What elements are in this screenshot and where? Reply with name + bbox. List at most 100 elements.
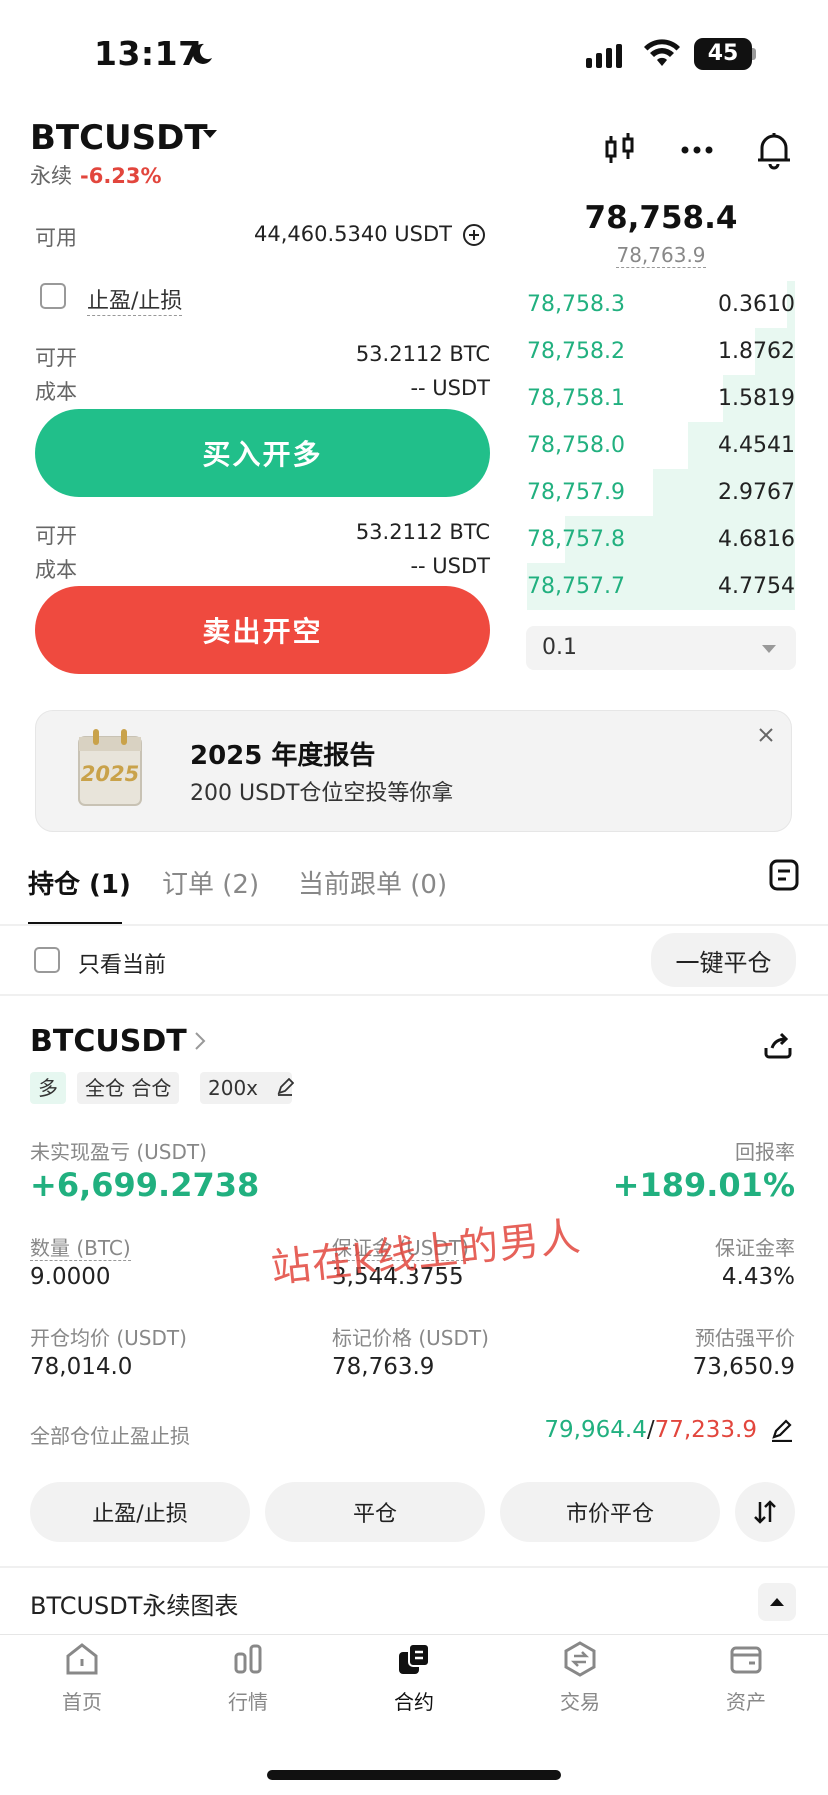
nav-trade-label[interactable]: 交易 (530, 1686, 630, 1715)
candlestick-chart-icon[interactable] (600, 130, 640, 170)
margin-mode-tag[interactable]: 全仓 合仓 (77, 1072, 180, 1104)
orderbook-row[interactable]: 78,757.9 2.9767 (527, 469, 795, 516)
nav-home[interactable] (32, 1640, 132, 1683)
tpsl-button[interactable]: 止盈/止损 (30, 1482, 250, 1542)
orderbook-row[interactable]: 78,758.0 4.4541 (527, 422, 795, 469)
swap-icon (754, 1500, 776, 1524)
battery-icon: 45 (694, 38, 752, 70)
add-circle-icon[interactable] (462, 223, 486, 247)
qty-label: 数量 (BTC) (30, 1232, 131, 1261)
close-all-button[interactable]: 一键平仓 (651, 933, 796, 987)
nav-trade[interactable] (530, 1640, 630, 1683)
nav-home-label[interactable]: 首页 (32, 1686, 132, 1715)
entry-label: 开仓均价 (USDT) (30, 1326, 187, 1350)
short-cost-label: 成本 (35, 558, 77, 582)
pnl-label: 未实现盈亏 (USDT) (30, 1140, 207, 1164)
sl-value: 77,233.9 (654, 1417, 757, 1443)
nav-assets[interactable] (696, 1640, 796, 1683)
banner-title: 2025 年度报告 (190, 741, 376, 771)
bid-qty: 4.6816 (718, 527, 795, 552)
tpsl-separator: / (646, 1417, 655, 1443)
precision-select[interactable]: 0.1 (526, 626, 796, 670)
nav-market-label[interactable]: 行情 (198, 1686, 298, 1715)
close-icon[interactable] (757, 726, 775, 744)
bid-qty: 4.7754 (718, 574, 795, 599)
qty-label-text: 数量 (BTC) (30, 1236, 131, 1261)
tabs-divider (0, 924, 828, 926)
chevron-right-icon[interactable] (192, 1030, 208, 1052)
chart-section-title[interactable]: BTCUSDT永续图表 (30, 1586, 238, 1621)
nav-assets-label[interactable]: 资产 (696, 1686, 796, 1715)
mark-label: 标记价格 (USDT) (332, 1326, 489, 1350)
pnl-value: +6,699.2738 (30, 1166, 260, 1204)
chevron-down-icon[interactable] (203, 130, 217, 138)
orderbook-row[interactable]: 78,758.2 1.8762 (527, 328, 795, 375)
document-icon[interactable] (768, 858, 800, 892)
bid-price: 78,758.0 (527, 433, 625, 458)
only-current-label[interactable]: 只看当前 (78, 947, 166, 979)
tp-value: 79,964.4 (544, 1417, 647, 1443)
roe-label: 回报率 (735, 1140, 795, 1164)
long-cost-value: -- USDT (410, 376, 490, 400)
market-icon (234, 1644, 262, 1674)
chevron-up-icon[interactable] (758, 1583, 796, 1621)
available-value: 44,460.5340 USDT (254, 222, 452, 246)
bid-price: 78,757.9 (527, 480, 625, 505)
reverse-position-button[interactable] (735, 1482, 795, 1542)
price-change: -6.23% (80, 164, 162, 188)
tab-copy-trading[interactable]: 当前跟单 (0) (298, 864, 447, 901)
symbol-title[interactable]: BTCUSDT (30, 118, 208, 158)
buy-long-button[interactable]: 买入开多 (35, 409, 490, 497)
home-indicator (267, 1770, 561, 1780)
trade-icon (564, 1641, 596, 1677)
edit-icon[interactable] (276, 1077, 295, 1096)
nav-futures[interactable] (364, 1640, 464, 1683)
bell-icon[interactable] (754, 130, 794, 170)
only-current-checkbox[interactable] (34, 947, 60, 973)
liq-label: 预估强平价 (695, 1326, 795, 1350)
short-cost-value: -- USDT (410, 554, 490, 578)
position-symbol[interactable]: BTCUSDT (30, 1024, 187, 1059)
bid-price: 78,757.7 (527, 574, 625, 599)
margin-ratio-value: 4.43% (721, 1264, 795, 1290)
short-open-value: 53.2112 BTC (355, 520, 490, 544)
orderbook-row[interactable]: 78,758.3 0.3610 (527, 281, 795, 328)
share-icon[interactable] (762, 1030, 794, 1060)
edit-icon[interactable] (770, 1418, 794, 1443)
orderbook-row[interactable]: 78,758.1 1.5819 (527, 375, 795, 422)
home-icon (66, 1643, 98, 1675)
qty-value: 9.0000 (30, 1264, 111, 1290)
market-close-button[interactable]: 市价平仓 (500, 1482, 720, 1542)
bid-qty: 1.5819 (718, 386, 795, 411)
futures-icon (399, 1643, 430, 1674)
tpsl-values: 79,964.4/77,233.9 (430, 1417, 757, 1443)
more-icon[interactable] (677, 130, 717, 170)
bid-price: 78,758.1 (527, 386, 625, 411)
moon-icon (190, 42, 214, 66)
nav-market[interactable] (198, 1640, 298, 1683)
orderbook-row[interactable]: 78,757.8 4.6816 (527, 516, 795, 563)
side-tag: 多 (30, 1072, 66, 1104)
mark-price: 78,763.9 (527, 243, 795, 268)
wallet-icon (730, 1646, 762, 1674)
close-position-button[interactable]: 平仓 (265, 1482, 485, 1542)
contract-type: 永续 (30, 164, 72, 188)
bid-price: 78,757.8 (527, 527, 625, 552)
annual-report-banner[interactable] (35, 710, 792, 832)
orderbook-row[interactable]: 78,757.7 4.7754 (527, 563, 795, 610)
chevron-down-icon (762, 645, 776, 653)
chart-divider (0, 1566, 828, 1568)
tpsl-label[interactable]: 止盈/止损 (87, 283, 183, 316)
available-label: 可用 (35, 226, 77, 250)
tpsl-checkbox[interactable] (40, 283, 66, 309)
sell-short-button[interactable]: 卖出开空 (35, 586, 490, 674)
tab-orders[interactable]: 订单 (2) (162, 864, 259, 901)
bid-qty: 4.4541 (718, 433, 795, 458)
wifi-icon (642, 38, 682, 68)
filter-divider (0, 994, 828, 996)
battery-tip (752, 48, 756, 60)
bid-qty: 2.9767 (718, 480, 795, 505)
tab-positions[interactable]: 持仓 (1) (28, 864, 131, 901)
nav-futures-label[interactable]: 合约 (364, 1686, 464, 1715)
bid-qty: 1.8762 (718, 339, 795, 364)
